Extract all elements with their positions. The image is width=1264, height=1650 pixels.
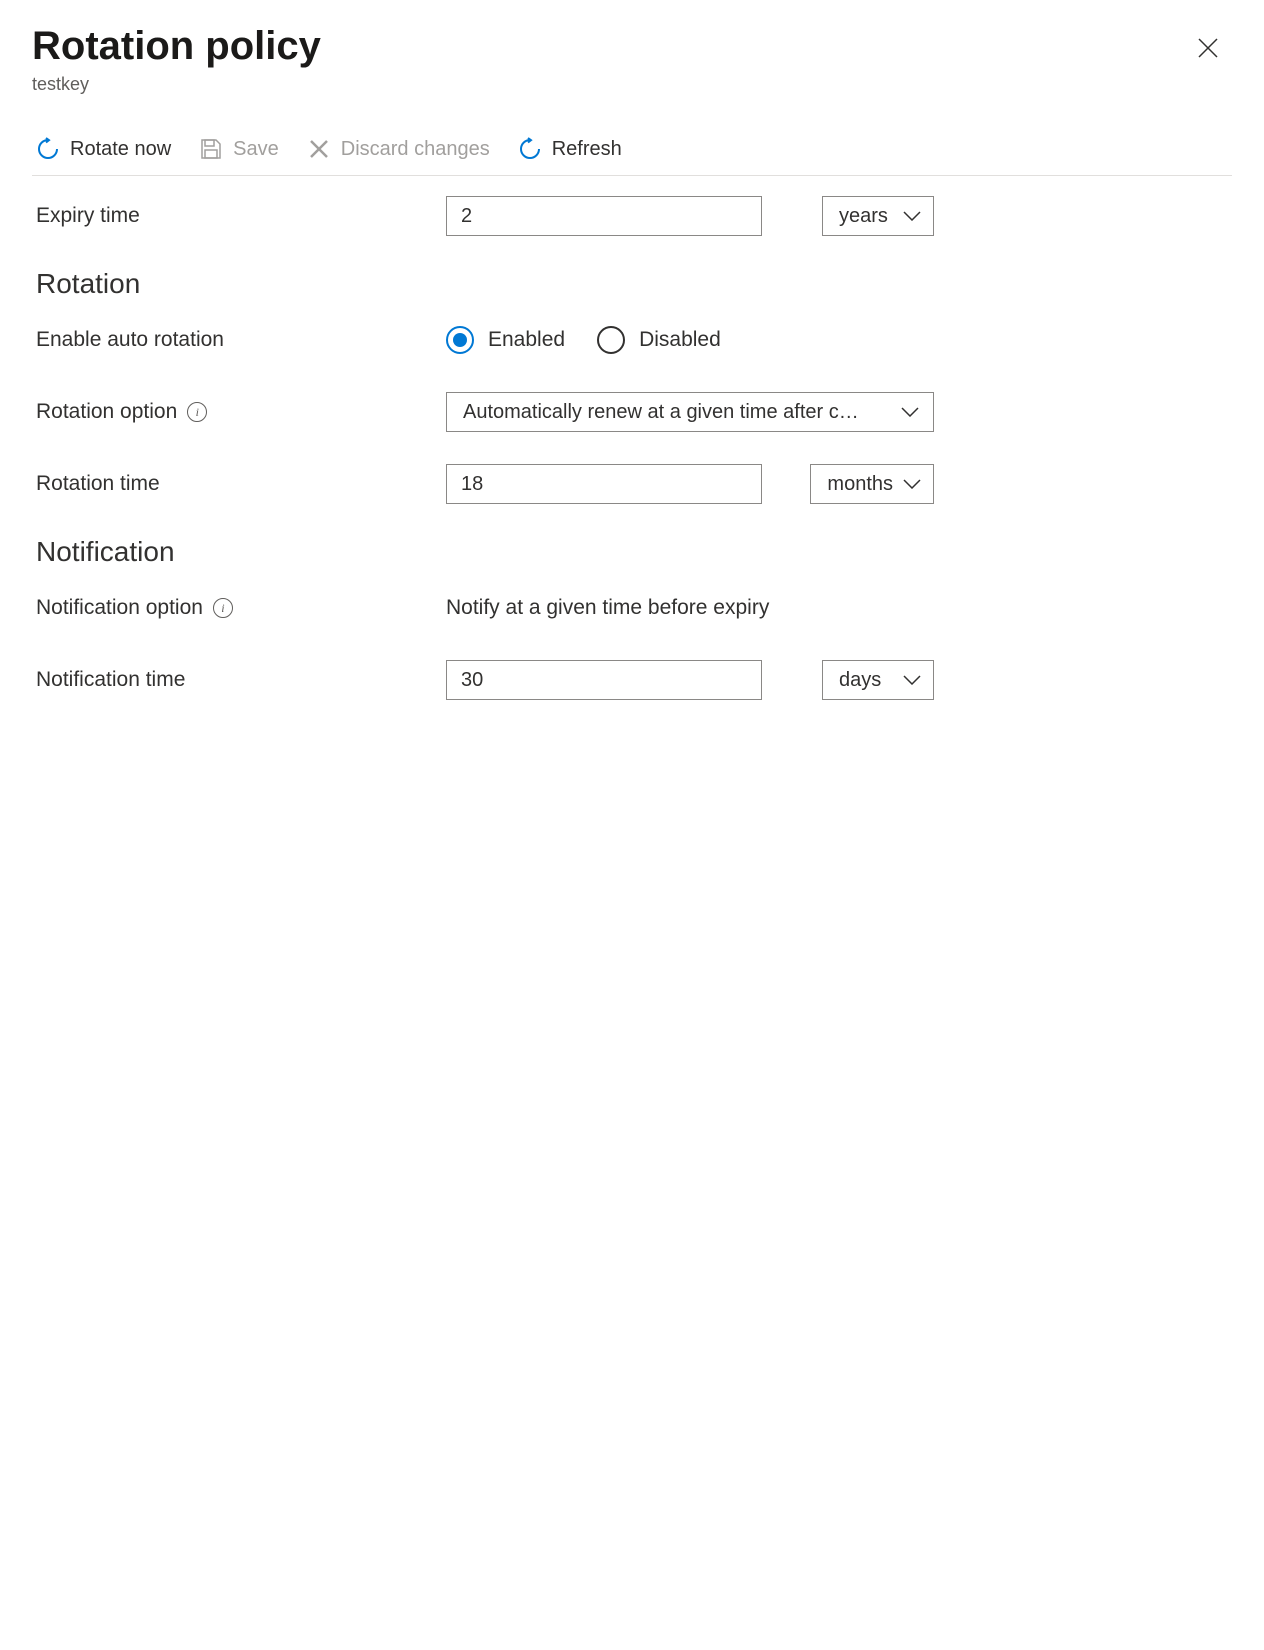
discard-icon <box>307 137 331 161</box>
chevron-down-icon <box>903 479 921 489</box>
discard-button: Discard changes <box>307 137 490 161</box>
chevron-down-icon <box>901 407 919 417</box>
refresh-button[interactable]: Refresh <box>518 137 622 161</box>
rotation-time-input[interactable] <box>446 464 762 504</box>
radio-checked-icon <box>446 326 474 354</box>
rotation-time-unit-value: months <box>827 473 893 496</box>
close-button[interactable] <box>1192 32 1224 64</box>
auto-rotation-disabled-radio[interactable]: Disabled <box>597 326 721 354</box>
info-icon[interactable]: i <box>213 598 233 618</box>
page-subtitle: testkey <box>32 74 1232 95</box>
rotate-now-button[interactable]: Rotate now <box>36 137 171 161</box>
notification-time-input[interactable] <box>446 660 762 700</box>
enabled-label: Enabled <box>488 328 565 352</box>
discard-label: Discard changes <box>341 138 490 161</box>
notification-option-label: Notification option <box>36 596 203 620</box>
rotation-option-value: Automatically renew at a given time afte… <box>463 401 859 424</box>
radio-unchecked-icon <box>597 326 625 354</box>
auto-rotation-radio-group: Enabled Disabled <box>446 326 721 354</box>
notification-time-label: Notification time <box>36 668 446 692</box>
refresh-icon <box>518 137 542 161</box>
rotation-option-label: Rotation option <box>36 400 177 424</box>
refresh-label: Refresh <box>552 138 622 161</box>
disabled-label: Disabled <box>639 328 721 352</box>
rotation-time-label: Rotation time <box>36 472 446 496</box>
expiry-time-unit-select[interactable]: years <box>822 196 934 236</box>
expiry-time-input[interactable] <box>446 196 762 236</box>
notification-heading: Notification <box>36 536 1232 568</box>
expiry-time-label: Expiry time <box>36 204 446 228</box>
info-icon[interactable]: i <box>187 402 207 422</box>
save-button: Save <box>199 137 279 161</box>
chevron-down-icon <box>903 211 921 221</box>
rotation-option-select[interactable]: Automatically renew at a given time afte… <box>446 392 934 432</box>
save-icon <box>199 137 223 161</box>
rotate-icon <box>36 137 60 161</box>
close-icon <box>1197 37 1219 59</box>
expiry-time-unit-value: years <box>839 205 888 228</box>
toolbar: Rotate now Save Discard changes <box>32 127 1232 176</box>
chevron-down-icon <box>903 675 921 685</box>
rotate-now-label: Rotate now <box>70 138 171 161</box>
notification-time-unit-select[interactable]: days <box>822 660 934 700</box>
notification-option-value: Notify at a given time before expiry <box>446 596 769 620</box>
rotation-heading: Rotation <box>36 268 1232 300</box>
save-label: Save <box>233 138 279 161</box>
page-title: Rotation policy <box>32 24 1232 68</box>
enable-auto-rotation-label: Enable auto rotation <box>36 328 446 352</box>
notification-time-unit-value: days <box>839 669 881 692</box>
rotation-time-unit-select[interactable]: months <box>810 464 934 504</box>
auto-rotation-enabled-radio[interactable]: Enabled <box>446 326 565 354</box>
